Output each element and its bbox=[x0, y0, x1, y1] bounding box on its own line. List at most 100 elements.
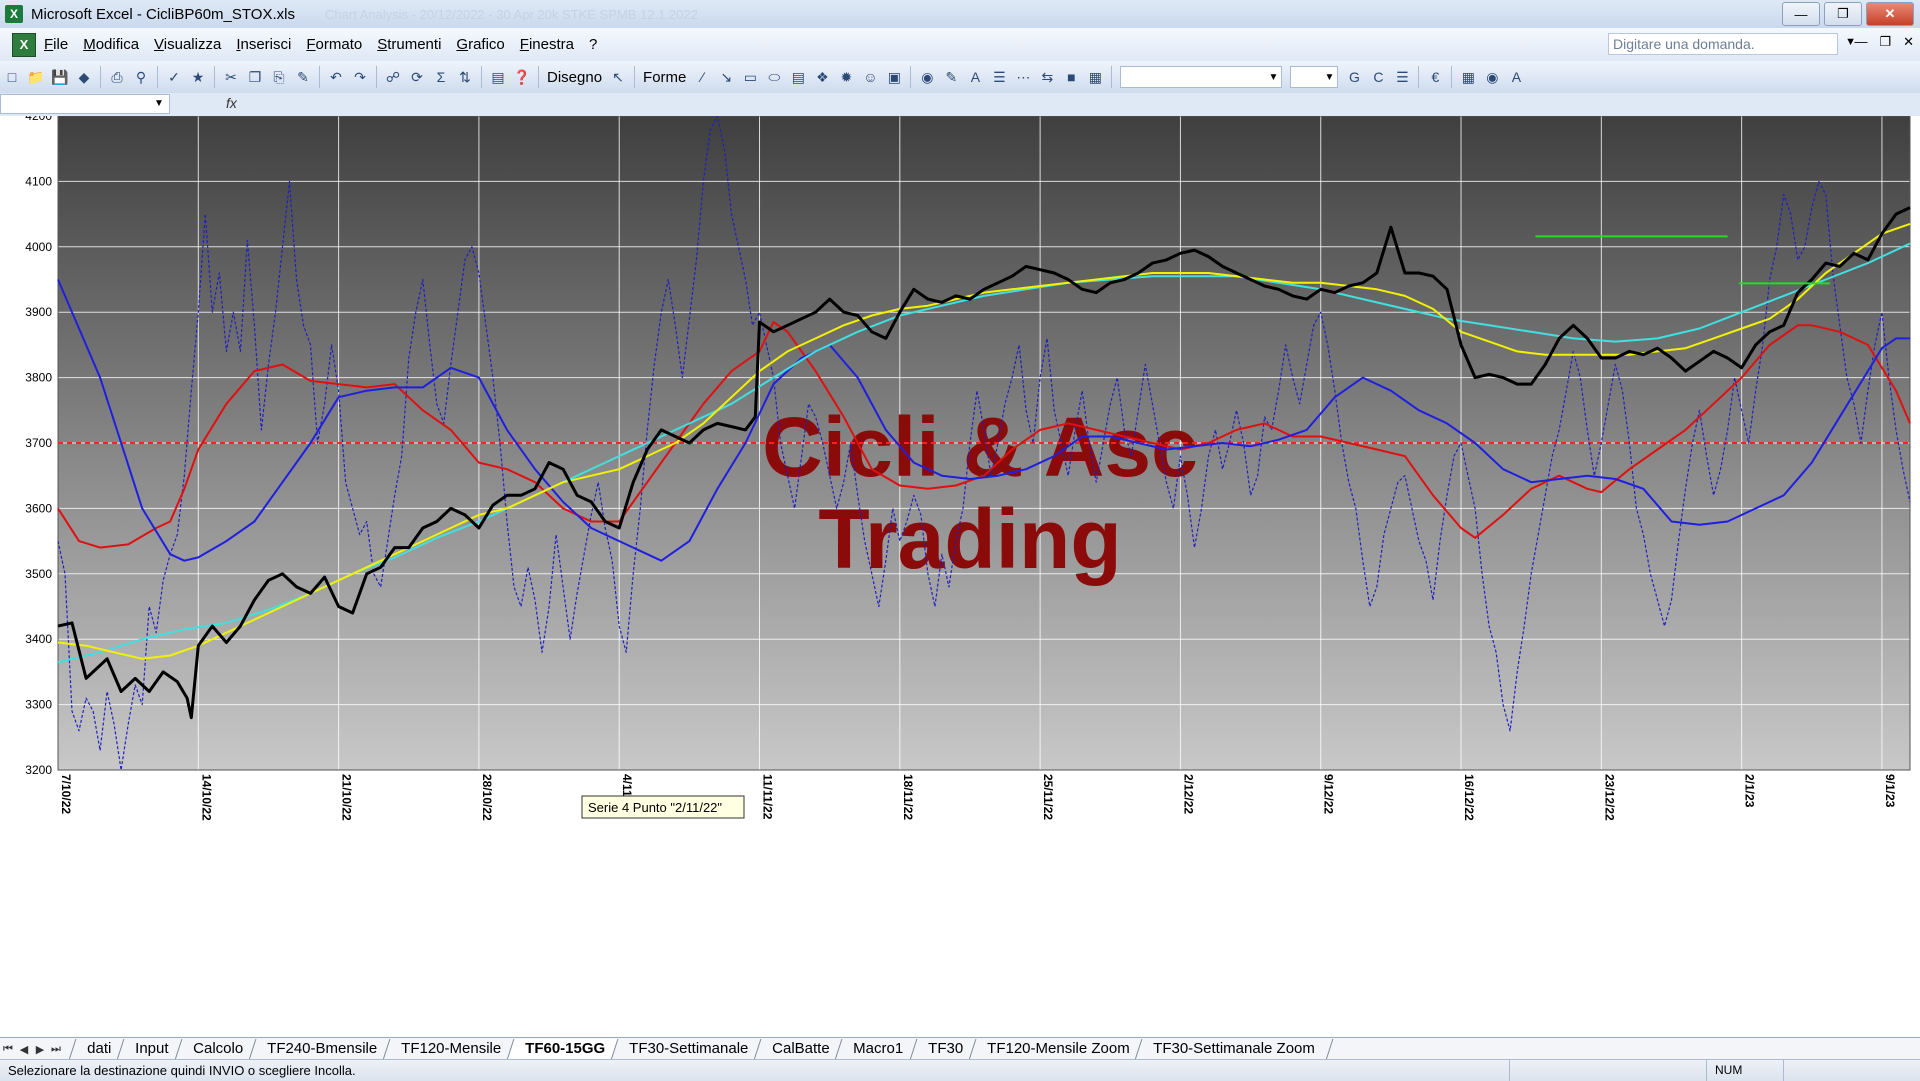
new-icon[interactable]: □ bbox=[1, 66, 23, 88]
print-preview-icon[interactable]: ⚲ bbox=[130, 66, 152, 88]
chart-area[interactable]: 3200 3300 3400 3500 3600 3700 3800 3900 4000 4100… bbox=[0, 116, 1920, 1037]
menu-finestra[interactable]: Finestra bbox=[520, 36, 574, 53]
tooltip-text: Serie 4 Punto "2/11/22" bbox=[588, 800, 722, 815]
bold-icon[interactable]: G bbox=[1343, 66, 1365, 88]
borders-icon[interactable]: ▦ bbox=[1457, 66, 1479, 88]
3d-icon[interactable]: ▦ bbox=[1084, 66, 1106, 88]
function-icon[interactable]: fx bbox=[226, 95, 237, 111]
x-tick-label: 23/12/22 bbox=[1602, 774, 1616, 821]
ask-question-input[interactable]: Digitare una domanda. bbox=[1608, 33, 1838, 55]
arrow-style-icon[interactable]: ⇆ bbox=[1036, 66, 1058, 88]
menu-bar: X File Modifica Visualizza Inserisci For… bbox=[0, 28, 1920, 62]
shapes-menu-button[interactable]: Forme bbox=[643, 69, 686, 86]
toolbar-separator bbox=[481, 66, 482, 88]
workbook-icon[interactable]: X bbox=[12, 32, 36, 57]
rectangle-icon[interactable]: ▭ bbox=[739, 66, 761, 88]
sheet-tab-label: TF60-15GG bbox=[524, 1039, 605, 1057]
dash-style-icon[interactable]: ⋯ bbox=[1012, 66, 1034, 88]
line-style-icon[interactable]: ☰ bbox=[988, 66, 1010, 88]
chart-wizard-icon[interactable]: ▤ bbox=[487, 66, 509, 88]
sheet-tab[interactable]: TF120-Mensile Zoom bbox=[968, 1038, 1148, 1060]
x-tick-label: 28/10/22 bbox=[480, 774, 494, 821]
italic-icon[interactable]: C bbox=[1367, 66, 1389, 88]
menu-inserisci[interactable]: Inserisci bbox=[236, 36, 291, 53]
redo-icon[interactable]: ↷ bbox=[349, 66, 371, 88]
open-icon[interactable]: 📁 bbox=[25, 66, 47, 88]
undo-icon[interactable]: ↶ bbox=[325, 66, 347, 88]
close-icon[interactable]: ✕ bbox=[1866, 2, 1914, 26]
doc-minimize-icon[interactable]: — bbox=[1854, 34, 1867, 50]
diagram-icon[interactable]: ✹ bbox=[835, 66, 857, 88]
clipart-icon[interactable]: ☺ bbox=[859, 66, 881, 88]
text-color-icon[interactable]: A bbox=[1505, 66, 1527, 88]
format-painter-icon[interactable]: ✎ bbox=[292, 66, 314, 88]
toolbar-separator bbox=[376, 66, 377, 88]
align-icon[interactable]: ☰ bbox=[1391, 66, 1413, 88]
fill-color-icon[interactable]: ◉ bbox=[916, 66, 938, 88]
sheet-tab[interactable]: TF60-15GG bbox=[506, 1038, 624, 1060]
font-name-combo[interactable]: ▼ bbox=[1120, 66, 1283, 88]
refresh-icon[interactable]: ⟳ bbox=[406, 66, 428, 88]
menu-grafico[interactable]: Grafico bbox=[456, 36, 504, 53]
copy-icon[interactable]: ❐ bbox=[244, 66, 266, 88]
draw-menu-button[interactable]: Disegno bbox=[547, 69, 602, 86]
restore-icon[interactable]: ❐ bbox=[1824, 2, 1862, 26]
oval-icon[interactable]: ⬭ bbox=[763, 66, 785, 88]
highlight-icon[interactable]: ◉ bbox=[1481, 66, 1503, 88]
last-sheet-icon[interactable]: ⏭ bbox=[48, 1043, 64, 1056]
doc-restore-icon[interactable]: ❐ bbox=[1879, 34, 1891, 50]
arrow-icon[interactable]: ↘ bbox=[715, 66, 737, 88]
menu-visualizza[interactable]: Visualizza bbox=[154, 36, 221, 53]
autosum-icon[interactable]: Σ bbox=[430, 66, 452, 88]
picture-icon[interactable]: ▣ bbox=[883, 66, 905, 88]
menu-file[interactable]: File bbox=[44, 36, 68, 53]
minimize-icon[interactable]: — bbox=[1782, 2, 1820, 26]
sheet-tab[interactable]: Calcolo bbox=[174, 1038, 262, 1060]
menu-strumenti[interactable]: Strumenti bbox=[377, 36, 441, 53]
help-icon[interactable]: ❓ bbox=[511, 66, 533, 88]
y-tick-label: 4100 bbox=[25, 174, 52, 188]
chevron-down-icon[interactable]: ▼ bbox=[154, 98, 164, 109]
sheet-tab-label: TF120-Mensile Zoom bbox=[986, 1039, 1130, 1057]
menu-formato[interactable]: Formato bbox=[306, 36, 362, 53]
menu-modifica[interactable]: Modifica bbox=[83, 36, 139, 53]
y-tick-label: 3500 bbox=[25, 567, 52, 581]
spelling-icon[interactable]: ✓ bbox=[163, 66, 185, 88]
next-sheet-icon[interactable]: ▶ bbox=[32, 1043, 48, 1056]
sheet-tab[interactable]: TF240-Bmensile bbox=[248, 1038, 396, 1060]
toolbar-separator bbox=[910, 66, 912, 88]
sheet-tab[interactable]: TF120-Mensile bbox=[382, 1038, 520, 1060]
currency-icon[interactable]: € bbox=[1424, 66, 1446, 88]
name-box[interactable] bbox=[0, 94, 170, 114]
status-pane bbox=[1783, 1060, 1920, 1081]
paste-icon[interactable]: ⎘ bbox=[268, 66, 290, 88]
print-icon[interactable]: ⎙ bbox=[106, 66, 128, 88]
select-objects-icon[interactable]: ↖ bbox=[607, 66, 629, 88]
sheet-tab[interactable]: CalBatte bbox=[753, 1038, 848, 1060]
save-icon[interactable]: 💾 bbox=[49, 66, 71, 88]
price-chart[interactable]: 3200 3300 3400 3500 3600 3700 3800 3900 4000 4100… bbox=[0, 116, 1920, 1037]
permission-icon[interactable]: ◆ bbox=[73, 66, 95, 88]
first-sheet-icon[interactable]: ⏮ bbox=[0, 1043, 16, 1056]
textbox-icon[interactable]: ▤ bbox=[787, 66, 809, 88]
hyperlink-icon[interactable]: ☍ bbox=[382, 66, 404, 88]
line-color-icon[interactable]: ✎ bbox=[940, 66, 962, 88]
research-icon[interactable]: ★ bbox=[187, 66, 209, 88]
doc-close-icon[interactable]: ✕ bbox=[1903, 34, 1914, 50]
sheet-tab[interactable]: TF30-Settimanale bbox=[610, 1038, 767, 1060]
toolbar-separator bbox=[157, 66, 158, 88]
excel-icon[interactable]: X bbox=[5, 5, 23, 23]
sheet-tab[interactable]: Macro1 bbox=[835, 1038, 922, 1060]
font-size-combo[interactable]: ▼ bbox=[1290, 66, 1339, 88]
sheet-tab[interactable]: TF30-Settimanale Zoom bbox=[1134, 1038, 1334, 1060]
line-icon[interactable]: ∕ bbox=[691, 66, 713, 88]
wordart-icon[interactable]: ❖ bbox=[811, 66, 833, 88]
x-tick-label: 21/10/22 bbox=[340, 774, 354, 821]
menu-help[interactable]: ? bbox=[589, 36, 597, 53]
shadow-icon[interactable]: ■ bbox=[1060, 66, 1082, 88]
sort-icon[interactable]: ⇅ bbox=[454, 66, 476, 88]
cut-icon[interactable]: ✂ bbox=[220, 66, 242, 88]
font-color-icon[interactable]: A bbox=[964, 66, 986, 88]
y-tick-label: 3300 bbox=[25, 698, 52, 712]
prev-sheet-icon[interactable]: ◀ bbox=[16, 1043, 32, 1056]
